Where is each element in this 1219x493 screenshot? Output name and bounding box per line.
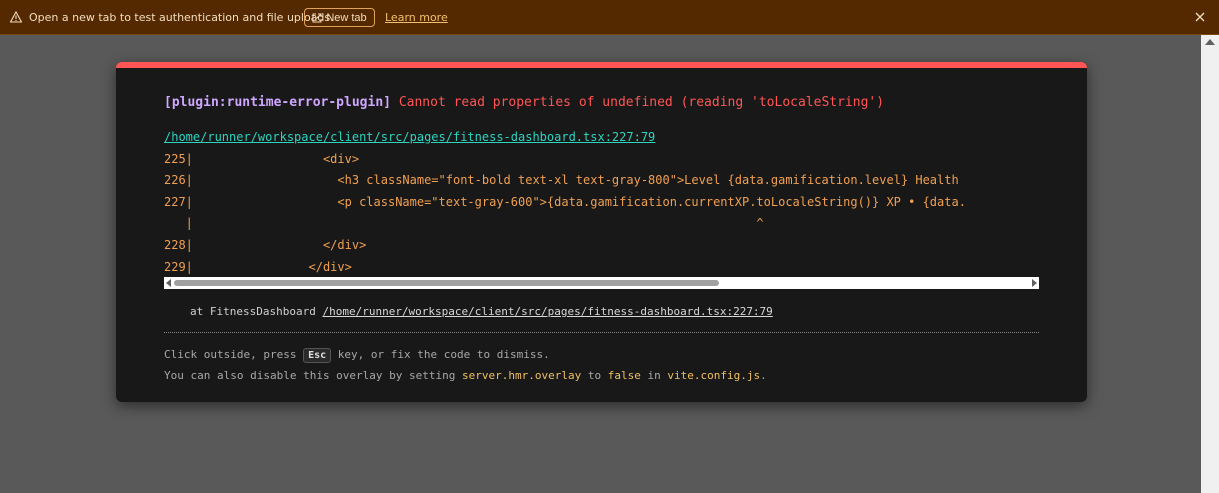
scroll-right-arrow-icon[interactable] — [1032, 279, 1037, 287]
warning-icon — [10, 11, 22, 23]
tip-text: key, or fix the code to dismiss. — [337, 348, 550, 361]
config-value: false — [607, 369, 641, 382]
new-tab-button[interactable]: New tab — [304, 8, 375, 27]
error-title: [plugin:runtime-error-plugin] Cannot rea… — [164, 95, 884, 110]
banner-message: Open a new tab to test authentication an… — [29, 11, 334, 24]
error-file-link[interactable]: /home/runner/workspace/client/src/pages/… — [164, 130, 655, 144]
divider — [164, 332, 1039, 333]
code-line: 228| </div> — [164, 238, 367, 252]
external-link-icon — [312, 13, 322, 22]
horizontal-scrollbar[interactable] — [164, 277, 1039, 289]
code-line: 229| </div> — [164, 260, 352, 274]
scrollbar-thumb[interactable] — [174, 280, 719, 286]
vertical-scrollbar[interactable] — [1201, 35, 1219, 493]
new-tab-label: New tab — [326, 11, 367, 24]
learn-more-link[interactable]: Learn more — [385, 11, 448, 24]
stack-location-link[interactable]: /home/runner/workspace/client/src/pages/… — [322, 305, 772, 318]
stack-function: at FitnessDashboard — [190, 305, 316, 318]
code-line: 225| <div> — [164, 152, 360, 166]
scroll-up-arrow-icon[interactable] — [1205, 39, 1215, 45]
code-line: | ^ — [164, 216, 764, 230]
dismiss-tip: Click outside, press Esc key, or fix the… — [164, 348, 550, 363]
tip-text: You can also disable this overlay by set… — [164, 369, 456, 382]
error-overlay: [plugin:runtime-error-plugin] Cannot rea… — [116, 62, 1087, 402]
tip-text: Click outside, press — [164, 348, 297, 361]
code-line: 226| <h3 className="font-bold text-xl te… — [164, 173, 959, 187]
esc-key: Esc — [303, 348, 332, 363]
tip-text: to — [587, 369, 602, 382]
close-icon[interactable] — [1194, 11, 1206, 23]
notification-banner: Open a new tab to test authentication an… — [0, 0, 1219, 35]
config-file: vite.config.js — [667, 369, 761, 382]
disable-tip: You can also disable this overlay by set… — [164, 369, 767, 382]
stack-trace: at FitnessDashboard /home/runner/workspa… — [190, 305, 773, 318]
tip-text: in — [647, 369, 661, 382]
code-line: 227| <p className="text-gray-600">{data.… — [164, 195, 966, 209]
scroll-left-arrow-icon[interactable] — [166, 279, 171, 287]
code-frame: 225| <div> 226| <h3 className="font-bold… — [164, 150, 1039, 280]
error-message: Cannot read properties of undefined (rea… — [398, 95, 885, 110]
config-key: server.hmr.overlay — [462, 369, 582, 382]
plugin-name: [plugin:runtime-error-plugin] — [164, 95, 391, 110]
tip-text: . — [760, 369, 767, 382]
